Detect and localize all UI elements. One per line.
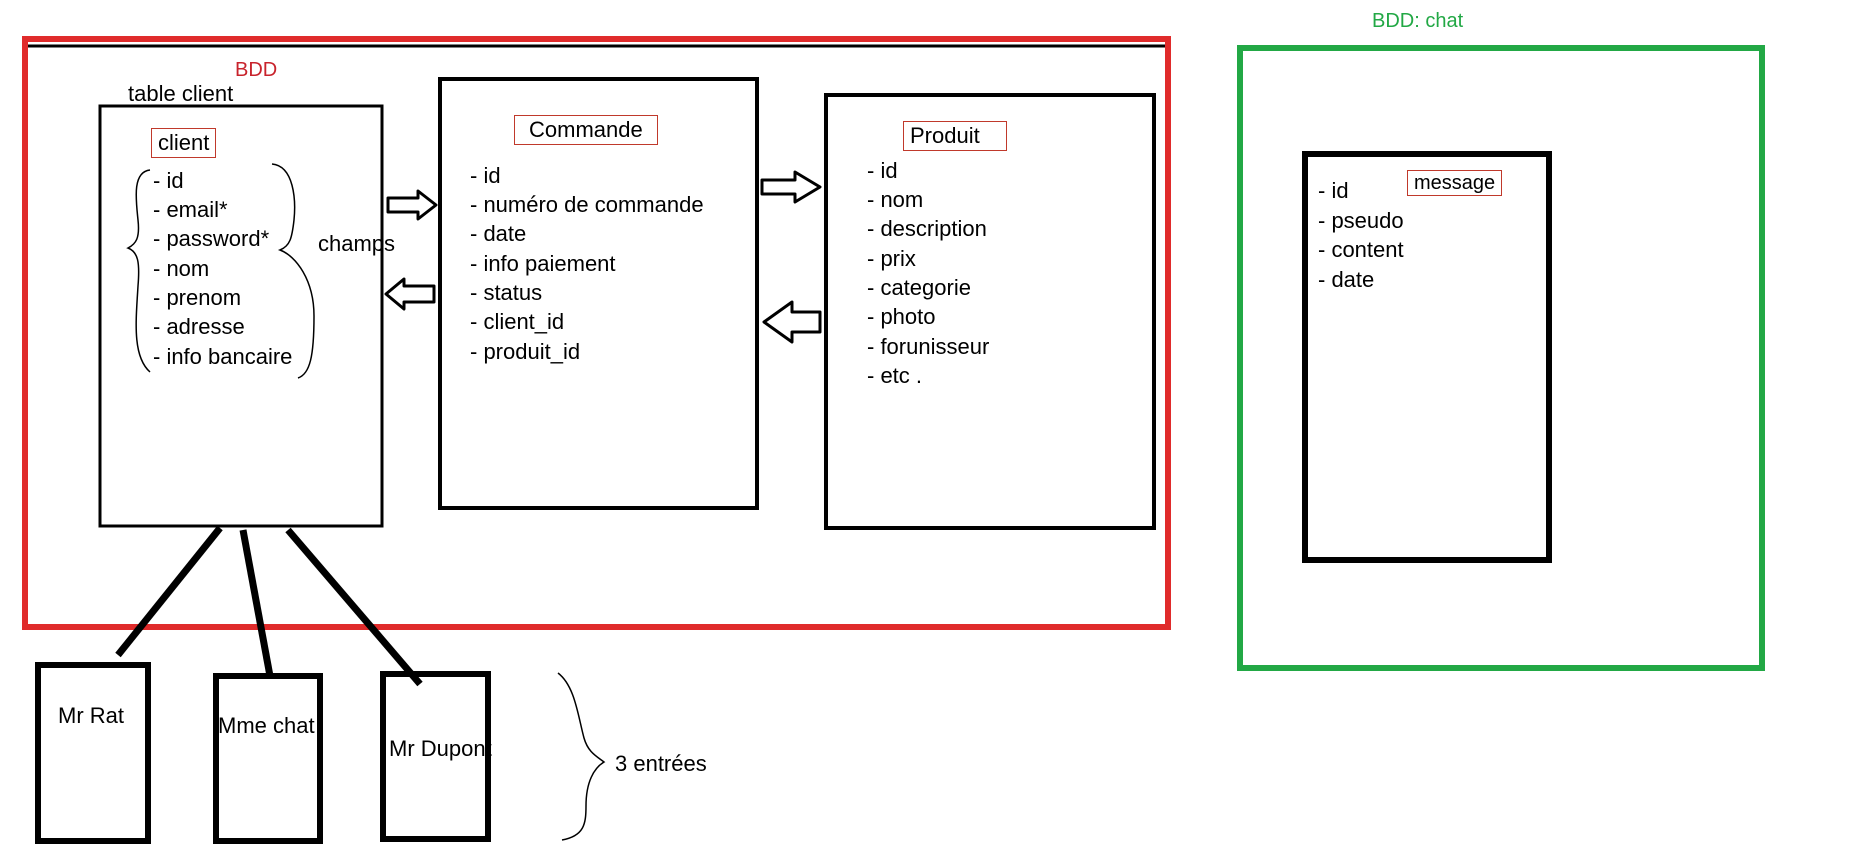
commande-table-title: Commande xyxy=(514,115,658,145)
connector-client-mr-rat xyxy=(115,525,223,658)
produit-field-etc: - etc . xyxy=(867,363,923,388)
commande-field-status: - status xyxy=(470,280,543,305)
entry-label-mr-rat: Mr Rat xyxy=(58,703,124,728)
commande-field-info-paiement: - info paiement xyxy=(470,251,616,276)
client-field-password: - password* xyxy=(153,226,270,251)
produit-field-categorie: - categorie xyxy=(867,275,971,300)
message-field-content: - content xyxy=(1318,237,1404,262)
arrow-client-to-commande xyxy=(386,189,438,221)
table-client-caption: table client xyxy=(128,81,234,106)
commande-field-numero: - numéro de commande xyxy=(470,192,704,217)
connector-client-mr-dupont xyxy=(285,527,423,687)
bdd-chat-frame xyxy=(1237,45,1765,671)
message-table-title: message xyxy=(1407,170,1503,196)
champs-label: champs xyxy=(318,231,396,256)
produit-field-fournisseur: - forunisseur xyxy=(867,334,990,359)
entry-box-mme-chat xyxy=(213,673,323,844)
produit-field-id: - id xyxy=(867,158,898,183)
client-table-title: client xyxy=(151,128,217,158)
client-field-prenom: - prenom xyxy=(153,285,242,310)
produit-field-nom: - nom xyxy=(867,187,924,212)
client-field-info-bancaire: - info bancaire xyxy=(153,344,293,369)
message-field-date: - date xyxy=(1318,267,1375,292)
client-field-nom: - nom xyxy=(153,256,210,281)
arrow-commande-to-produit xyxy=(760,170,822,204)
commande-field-id: - id xyxy=(470,163,501,188)
commande-field-date: - date xyxy=(470,221,527,246)
client-fields-left-brace xyxy=(126,169,151,373)
commande-field-produit-id: - produit_id xyxy=(470,339,581,364)
arrow-commande-to-client xyxy=(384,277,436,311)
client-field-id: - id xyxy=(153,168,184,193)
client-field-email: - email* xyxy=(153,197,228,222)
bdd-chat-label: BDD: chat xyxy=(1372,10,1464,32)
produit-field-prix: - prix xyxy=(867,246,916,271)
client-field-adresse: - adresse xyxy=(153,314,245,339)
arrow-produit-to-commande xyxy=(762,300,822,344)
entries-count-label: 3 entrées xyxy=(615,751,707,776)
produit-table-title: Produit xyxy=(903,121,1007,151)
produit-field-description: - description xyxy=(867,216,987,241)
message-field-pseudo: - pseudo xyxy=(1318,208,1404,233)
bdd-main-label: BDD xyxy=(235,59,278,81)
entry-label-mr-dupont: Mr Dupont xyxy=(389,736,492,761)
entry-label-mme-chat: Mme chat xyxy=(218,713,315,738)
message-field-id: - id xyxy=(1318,178,1349,203)
produit-field-photo: - photo xyxy=(867,304,936,329)
entry-box-mr-rat xyxy=(35,662,151,844)
commande-field-client-id: - client_id xyxy=(470,309,565,334)
entries-brace xyxy=(557,672,606,841)
connector-client-mme-chat xyxy=(239,529,274,677)
